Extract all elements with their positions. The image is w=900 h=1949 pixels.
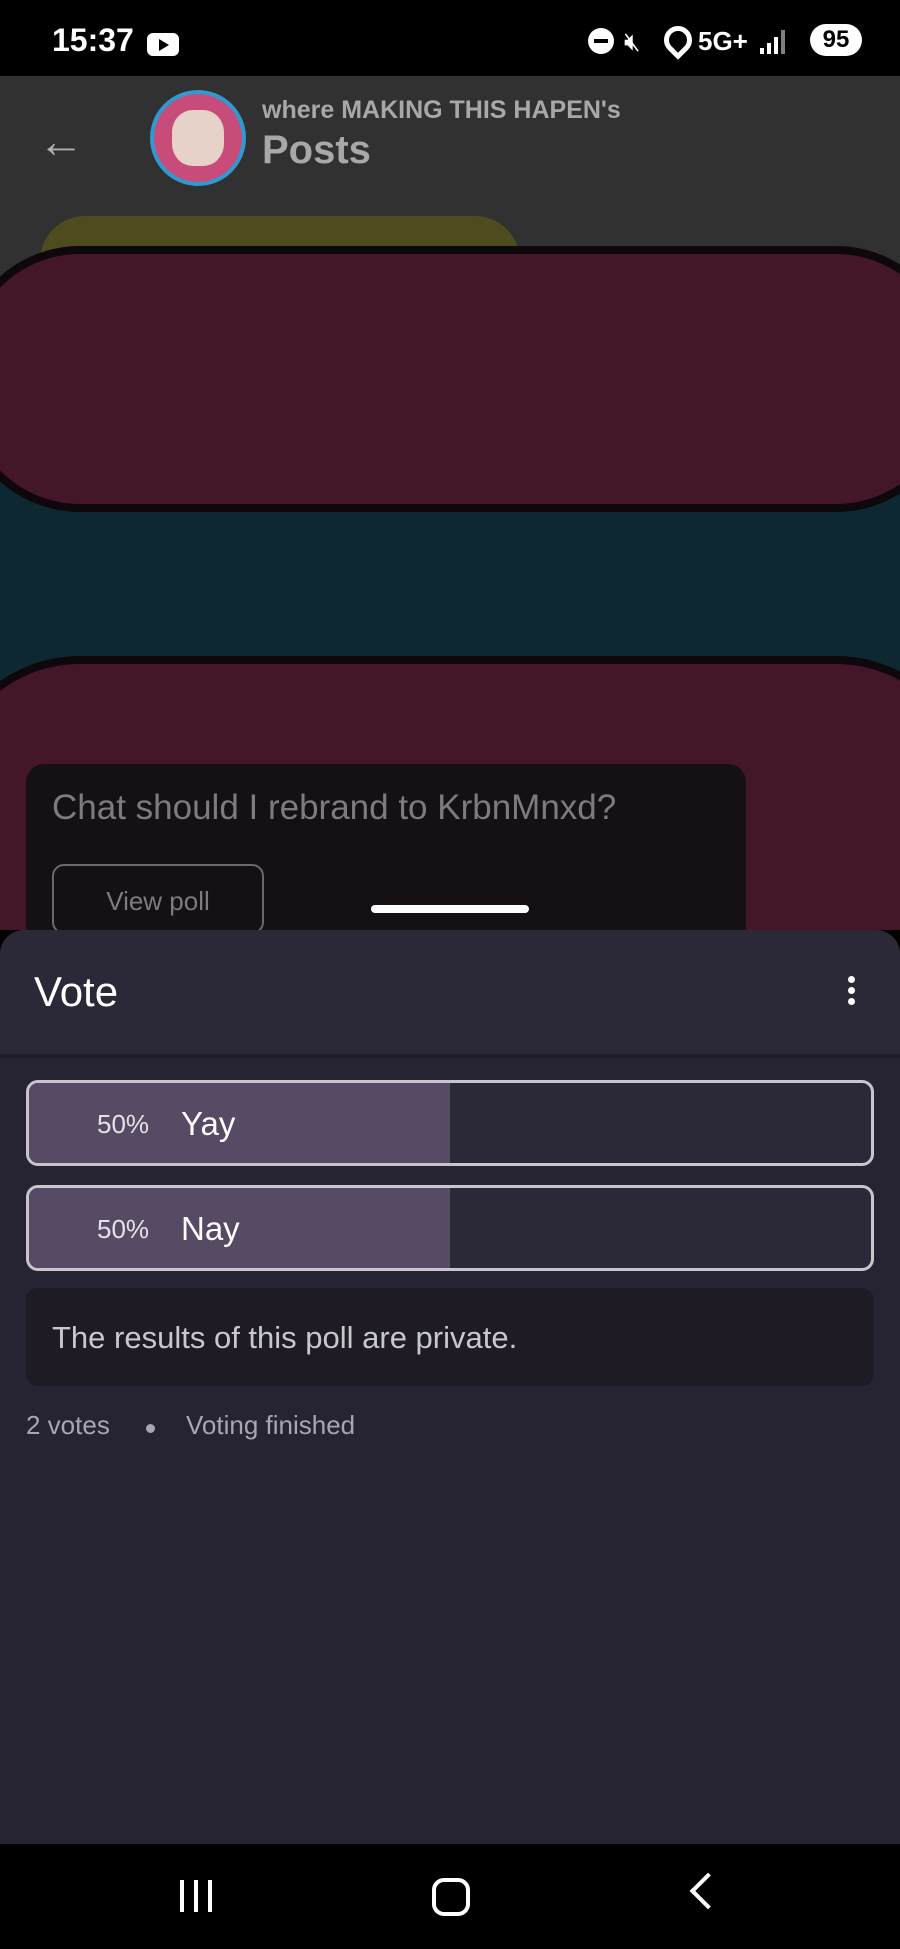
home-icon[interactable] xyxy=(432,1878,470,1916)
community-name: where MAKING THIS HAPEN's xyxy=(262,96,621,124)
sheet-title: Vote xyxy=(34,968,119,1015)
status-icons: 🔇︎ 5G+ 95 xyxy=(560,20,900,60)
vote-bottom-sheet: Vote 50% Yay 50% Nay The results of this… xyxy=(0,930,900,1844)
recents-icon[interactable] xyxy=(180,1880,216,1912)
private-results-notice: The results of this poll are private. xyxy=(26,1288,874,1386)
system-nav-bar xyxy=(0,1844,900,1949)
poll-option-yay[interactable]: 50% Yay xyxy=(26,1080,874,1166)
battery-icon: 95 xyxy=(810,24,862,56)
community-background: ← where MAKING THIS HAPEN's Posts Chat s… xyxy=(0,76,900,930)
poll-option-nay[interactable]: 50% Nay xyxy=(26,1185,874,1271)
community-avatar xyxy=(150,90,246,186)
status-bar: 15:37 🔇︎ 5G+ 95 xyxy=(0,0,900,76)
poll-option-fill xyxy=(29,1083,450,1163)
poll-option-percent: 50% xyxy=(97,1214,150,1244)
sheet-header: Vote xyxy=(0,930,900,1058)
view-poll-button[interactable]: View poll xyxy=(52,864,264,930)
separator-dot xyxy=(146,1424,155,1433)
page-title: Posts xyxy=(262,128,371,172)
poll-question: Chat should I rebrand to KrbnMnxd? xyxy=(52,788,617,827)
arrow-left-icon[interactable]: ← xyxy=(38,114,84,168)
vote-count: 2 votes xyxy=(26,1410,110,1440)
poll-option-label: Nay xyxy=(181,1210,240,1247)
status-time: 15:37 xyxy=(52,22,134,58)
private-results-text: The results of this poll are private. xyxy=(52,1320,518,1355)
location-icon xyxy=(658,20,698,60)
sheet-drag-handle[interactable] xyxy=(371,905,529,913)
mute-icon: 🔇︎ xyxy=(624,26,641,56)
signal-icon xyxy=(760,28,790,54)
voting-status: Voting finished xyxy=(186,1410,356,1440)
back-icon[interactable] xyxy=(689,1872,727,1910)
do-not-disturb-icon xyxy=(588,28,614,54)
youtube-icon xyxy=(147,33,179,56)
network-type: 5G+ xyxy=(698,26,748,56)
poll-option-percent: 50% xyxy=(97,1109,150,1139)
poll-option-label: Yay xyxy=(181,1105,236,1142)
more-vertical-icon[interactable] xyxy=(848,976,856,1006)
